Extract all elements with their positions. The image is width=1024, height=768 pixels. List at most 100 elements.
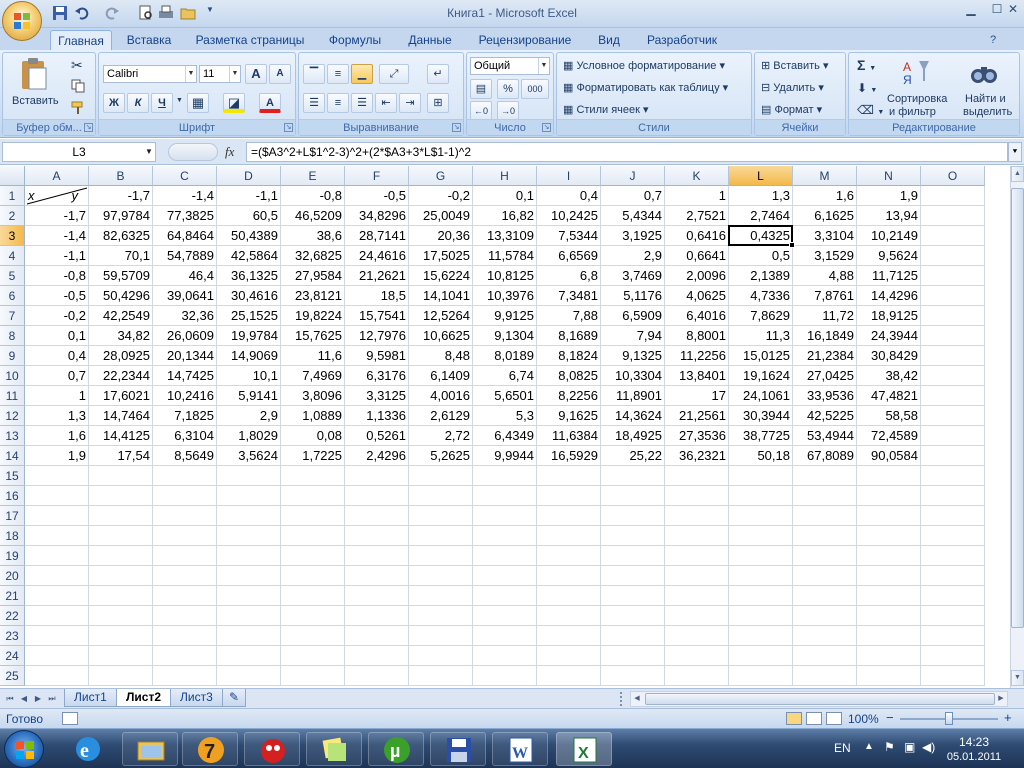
cell-j17[interactable] <box>601 506 665 526</box>
percent-button[interactable]: % <box>497 79 519 99</box>
cell-d16[interactable] <box>217 486 281 506</box>
normal-view-icon[interactable] <box>786 712 802 725</box>
cell-l9[interactable]: 15,0125 <box>729 346 793 366</box>
cell-j4[interactable]: 2,9 <box>601 246 665 266</box>
cell-d25[interactable] <box>217 666 281 686</box>
cell-g2[interactable]: 25,0049 <box>409 206 473 226</box>
row-header-4[interactable]: 4 <box>0 246 25 266</box>
cell-d18[interactable] <box>217 526 281 546</box>
cell-o22[interactable] <box>921 606 985 626</box>
cell-c23[interactable] <box>153 626 217 646</box>
cell-h6[interactable]: 10,3976 <box>473 286 537 306</box>
horizontal-scroll-thumb[interactable] <box>645 693 995 705</box>
cell-a24[interactable] <box>25 646 89 666</box>
cell-h10[interactable]: 6,74 <box>473 366 537 386</box>
cell-i2[interactable]: 10,2425 <box>537 206 601 226</box>
cell-h19[interactable] <box>473 546 537 566</box>
cell-b2[interactable]: 97,9784 <box>89 206 153 226</box>
cell-c10[interactable]: 14,7425 <box>153 366 217 386</box>
cell-j9[interactable]: 9,1325 <box>601 346 665 366</box>
cell-b13[interactable]: 14,4125 <box>89 426 153 446</box>
cell-l15[interactable] <box>729 466 793 486</box>
print-preview-icon[interactable] <box>138 5 154 21</box>
cell-g11[interactable]: 4,0016 <box>409 386 473 406</box>
cell-n7[interactable]: 18,9125 <box>857 306 921 326</box>
cell-j20[interactable] <box>601 566 665 586</box>
cell-n15[interactable] <box>857 466 921 486</box>
cell-d2[interactable]: 60,5 <box>217 206 281 226</box>
cell-k22[interactable] <box>665 606 729 626</box>
macro-record-icon[interactable] <box>62 712 78 725</box>
cell-n21[interactable] <box>857 586 921 606</box>
cell-d5[interactable]: 36,1325 <box>217 266 281 286</box>
underline-dropdown-icon[interactable]: ▼ <box>176 97 183 104</box>
tab-split-handle[interactable] <box>620 692 624 706</box>
cell-c12[interactable]: 7,1825 <box>153 406 217 426</box>
cell-f20[interactable] <box>345 566 409 586</box>
cell-b1[interactable]: -1,7 <box>89 186 153 206</box>
cell-m12[interactable]: 42,5225 <box>793 406 857 426</box>
row-header-5[interactable]: 5 <box>0 266 25 286</box>
bold-button[interactable]: Ж <box>103 93 125 113</box>
cell-l23[interactable] <box>729 626 793 646</box>
cell-c11[interactable]: 10,2416 <box>153 386 217 406</box>
cell-b7[interactable]: 42,2549 <box>89 306 153 326</box>
cell-d11[interactable]: 5,9141 <box>217 386 281 406</box>
cell-h3[interactable]: 13,3109 <box>473 226 537 246</box>
cell-g16[interactable] <box>409 486 473 506</box>
start-button[interactable] <box>4 730 44 768</box>
row-header-21[interactable]: 21 <box>0 586 25 606</box>
cell-f8[interactable]: 12,7976 <box>345 326 409 346</box>
cell-c6[interactable]: 39,0641 <box>153 286 217 306</box>
cell-e11[interactable]: 3,8096 <box>281 386 345 406</box>
cell-b12[interactable]: 14,7464 <box>89 406 153 426</box>
cell-c5[interactable]: 46,4 <box>153 266 217 286</box>
cell-k20[interactable] <box>665 566 729 586</box>
cell-n4[interactable]: 9,5624 <box>857 246 921 266</box>
cell-m17[interactable] <box>793 506 857 526</box>
cell-a14[interactable]: 1,9 <box>25 446 89 466</box>
row-header-9[interactable]: 9 <box>0 346 25 366</box>
cell-c17[interactable] <box>153 506 217 526</box>
cell-d22[interactable] <box>217 606 281 626</box>
cell-a20[interactable] <box>25 566 89 586</box>
cell-h22[interactable] <box>473 606 537 626</box>
cell-f22[interactable] <box>345 606 409 626</box>
zoom-slider-knob[interactable] <box>945 712 953 725</box>
cell-a10[interactable]: 0,7 <box>25 366 89 386</box>
cell-f25[interactable] <box>345 666 409 686</box>
cell-o6[interactable] <box>921 286 985 306</box>
tray-date[interactable]: 05.01.2011 <box>940 751 1008 763</box>
fill-handle[interactable] <box>789 242 795 248</box>
tray-time[interactable]: 14:23 <box>944 735 1004 749</box>
cell-d8[interactable]: 19,9784 <box>217 326 281 346</box>
conditional-formatting-button[interactable]: ▦ Условное форматирование ▾ <box>563 59 725 72</box>
orientation-icon[interactable]: ⤢ <box>379 64 409 84</box>
cell-l21[interactable] <box>729 586 793 606</box>
cell-m23[interactable] <box>793 626 857 646</box>
cell-h21[interactable] <box>473 586 537 606</box>
cell-a9[interactable]: 0,4 <box>25 346 89 366</box>
open-icon[interactable] <box>180 5 196 21</box>
cell-d17[interactable] <box>217 506 281 526</box>
first-sheet-icon[interactable]: ⏮ <box>4 692 16 706</box>
fill-icon[interactable]: ⬇ ▼ <box>857 81 877 95</box>
tray-network-icon[interactable]: ▣ <box>904 740 915 754</box>
cell-n6[interactable]: 14,4296 <box>857 286 921 306</box>
cell-j25[interactable] <box>601 666 665 686</box>
cell-j7[interactable]: 6,5909 <box>601 306 665 326</box>
copy-icon[interactable] <box>71 79 85 93</box>
cell-c15[interactable] <box>153 466 217 486</box>
cell-e7[interactable]: 19,8224 <box>281 306 345 326</box>
cell-g24[interactable] <box>409 646 473 666</box>
cell-h16[interactable] <box>473 486 537 506</box>
cell-k4[interactable]: 0,6641 <box>665 246 729 266</box>
cell-n24[interactable] <box>857 646 921 666</box>
wrap-text-icon[interactable]: ↵ <box>427 64 449 84</box>
cell-m3[interactable]: 3,3104 <box>793 226 857 246</box>
cell-o1[interactable] <box>921 186 985 206</box>
thousands-button[interactable]: 000 <box>521 79 549 99</box>
cell-g10[interactable]: 6,1409 <box>409 366 473 386</box>
formula-input[interactable]: =($A3^2+L$1^2-3)^2+(2*$A3+3*L$1-1)^2 <box>246 142 1008 162</box>
cell-b20[interactable] <box>89 566 153 586</box>
